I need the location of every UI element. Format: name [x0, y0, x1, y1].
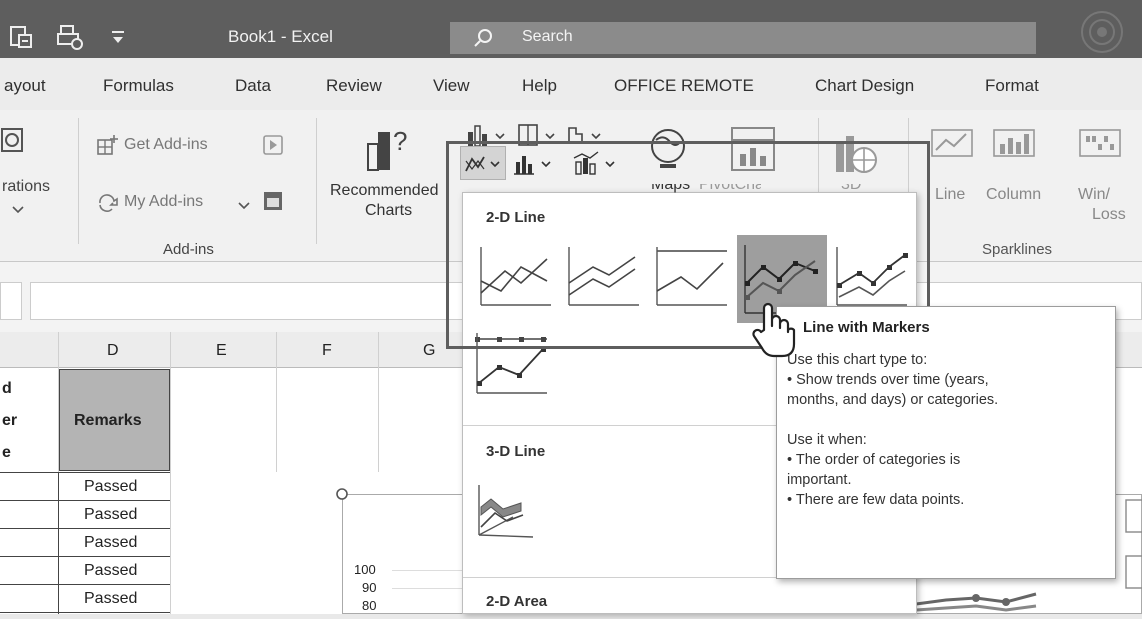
tooltip-line: important. [787, 472, 852, 488]
tab-review[interactable]: Review [326, 76, 382, 96]
refresh-icon[interactable] [0, 125, 30, 155]
column-header-e[interactable]: E [216, 342, 227, 360]
sparkline-column-icon[interactable] [990, 126, 1038, 160]
tab-view[interactable]: View [433, 76, 470, 96]
chart-gridline [392, 588, 464, 589]
name-box[interactable] [0, 282, 22, 320]
sparklines-group-label: Sparklines [982, 241, 1053, 258]
partial-header-line: d [2, 380, 12, 397]
sparkline-line-button[interactable]: Line [935, 186, 965, 204]
column-divider [58, 472, 59, 614]
sparkline-column-button[interactable]: Column [986, 186, 1041, 204]
recommended-charts-icon[interactable]: ? [366, 124, 416, 174]
chart-type-tooltip: Line with Markers Use this chart type to… [776, 306, 1116, 579]
column-divider [378, 332, 379, 472]
get-addins-button[interactable]: Get Add-ins [124, 136, 208, 154]
chevron-down-icon[interactable] [12, 202, 24, 214]
column-header-g[interactable]: G [423, 342, 435, 360]
column-header-f[interactable]: F [322, 342, 332, 360]
addins-group-label: Add-ins [163, 241, 214, 258]
search-placeholder: Search [522, 28, 573, 45]
tab-office-remote[interactable]: OFFICE REMOTE [614, 76, 754, 96]
tab-data[interactable]: Data [235, 76, 271, 96]
tooltip-line: months, and days) or categories. [787, 392, 999, 408]
tab-page-layout[interactable]: ayout [4, 76, 46, 96]
3d-line-chart-thumb[interactable] [473, 477, 553, 547]
axis-tick-label: 100 [354, 562, 376, 577]
svg-text:?: ? [393, 126, 407, 156]
tooltip-title: Line with Markers [803, 319, 930, 336]
tooltip-line: Use it when: [787, 432, 867, 448]
sparkline-winloss-icon[interactable] [1076, 126, 1124, 160]
tooltip-line: • There are few data points. [787, 492, 965, 508]
window-title: Book1 - Excel [228, 27, 333, 46]
chart-gridline [392, 570, 464, 571]
axis-tick-label: 90 [362, 580, 377, 595]
group-separator [316, 118, 317, 244]
tooltip-line: • The order of categories is [787, 452, 961, 468]
section-3d-line: 3-D Line [486, 443, 546, 460]
remarks-cell: Passed [84, 534, 138, 551]
partial-header-line: e [2, 444, 11, 461]
column-divider [170, 332, 171, 614]
office-addins-icon[interactable] [262, 134, 284, 156]
axis-tick-label: 80 [362, 598, 377, 612]
remarks-header: Remarks [74, 412, 142, 429]
chart-side-button[interactable] [1124, 554, 1142, 590]
quick-print-icon[interactable] [55, 22, 85, 52]
partial-header-line: er [2, 412, 18, 429]
addins-store-icon[interactable] [262, 190, 284, 212]
tab-chart-design[interactable]: Chart Design [815, 76, 914, 96]
hand-pointer-icon [750, 300, 796, 360]
search-icon [472, 27, 494, 49]
remarks-cell: Passed [84, 590, 138, 607]
tooltip-line: • Show trends over time (years, [787, 372, 989, 388]
sparkline-winloss-button[interactable]: Win/ [1078, 186, 1110, 204]
3d-label-partial: 3D [841, 184, 862, 193]
ribbon-tabs: ayout Formulas Data Review View Help OFF… [0, 58, 1142, 110]
column-divider [276, 332, 277, 472]
group-separator [78, 118, 79, 244]
remarks-cell: Passed [84, 506, 138, 523]
customize-toolbar-icon[interactable] [110, 28, 126, 46]
table-row[interactable]: Passed [0, 473, 170, 501]
maps-label-partial: Maps PivotChart [651, 184, 761, 193]
sparkline-line-icon[interactable] [928, 126, 976, 160]
remarks-cell: Passed [84, 478, 138, 495]
recommended-charts-label[interactable]: Recommended [330, 182, 439, 200]
chevron-down-icon[interactable] [238, 198, 250, 210]
table-row[interactable]: Passed [0, 585, 170, 613]
registrations-label[interactable]: rations [2, 178, 50, 196]
search-box[interactable]: Search [450, 22, 1036, 54]
print-preview-icon[interactable] [8, 22, 34, 52]
table-row[interactable]: Passed [0, 529, 170, 557]
get-addins-icon[interactable] [96, 134, 118, 156]
tooltip-line: Use this chart type to: [787, 352, 928, 368]
account-avatar-icon[interactable] [1070, 6, 1130, 56]
chart-side-button[interactable] [1124, 498, 1142, 534]
tab-format[interactable]: Format [985, 76, 1039, 96]
remarks-cell: Passed [84, 562, 138, 579]
my-addins-icon[interactable] [96, 191, 120, 213]
table-row[interactable]: Passed [0, 557, 170, 585]
tab-help[interactable]: Help [522, 76, 557, 96]
my-addins-button[interactable]: My Add-ins [124, 193, 203, 211]
section-2d-area: 2-D Area [486, 593, 548, 610]
column-header-d[interactable]: D [107, 342, 119, 360]
chart-resize-handle[interactable] [335, 487, 349, 501]
table-row[interactable]: Passed [0, 501, 170, 529]
tab-formulas[interactable]: Formulas [103, 76, 174, 96]
tooltip-line [787, 410, 1105, 430]
chart-series-lines [915, 582, 1116, 614]
title-bar: Book1 - Excel Search [0, 0, 1142, 58]
recommended-charts-label-2[interactable]: Charts [365, 202, 412, 220]
sparkline-winloss-button-2[interactable]: Loss [1092, 206, 1126, 224]
